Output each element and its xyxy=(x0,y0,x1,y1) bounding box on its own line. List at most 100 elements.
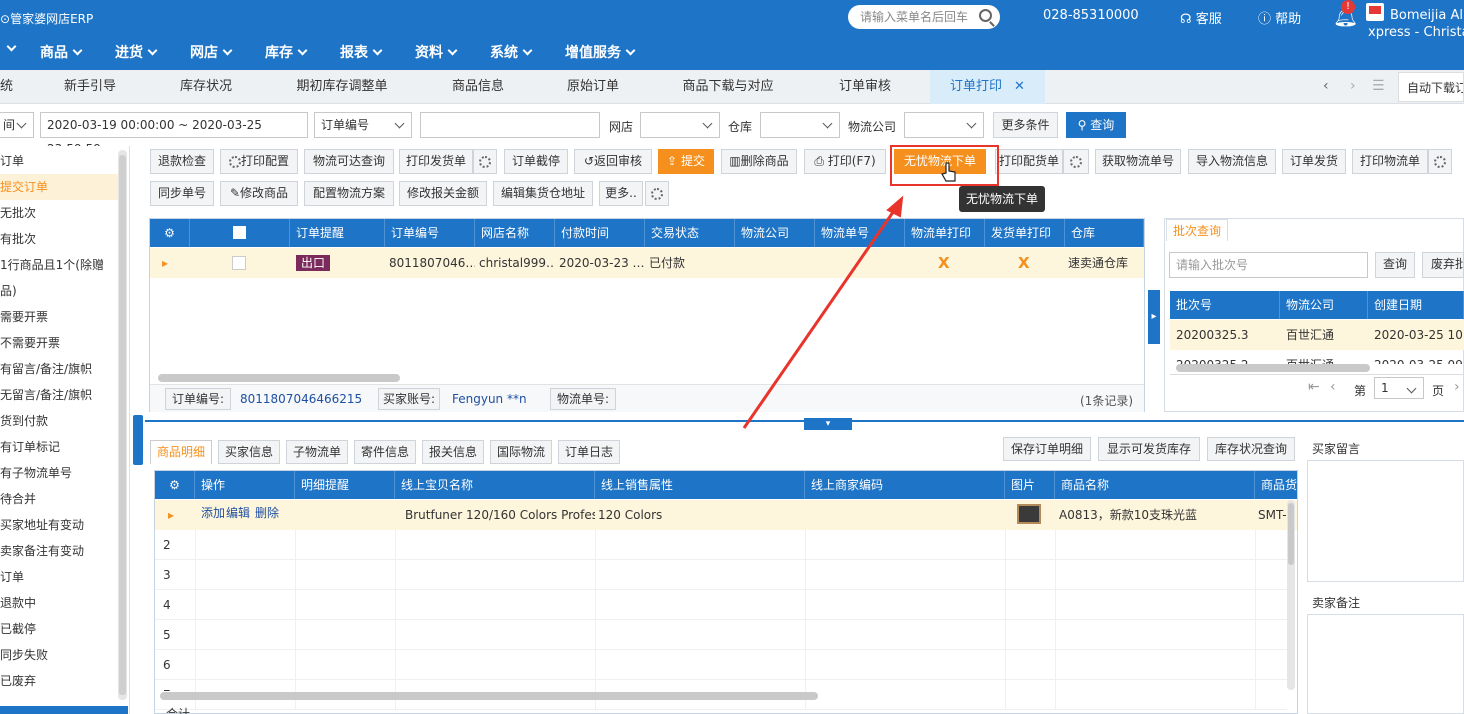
col-order-reminder[interactable]: 订单提醒 xyxy=(290,219,385,247)
col-batch-logistics[interactable]: 物流公司 xyxy=(1280,291,1368,319)
batch-hscrollbar[interactable] xyxy=(1176,364,1370,372)
help-link[interactable]: ⓘ 帮助 xyxy=(1258,8,1301,27)
col-batch-no[interactable]: 批次号 xyxy=(1170,291,1280,319)
status-item[interactable]: 有子物流单号 xyxy=(0,460,120,486)
search-field-select[interactable]: 订单编号 xyxy=(314,112,412,138)
left-scrollbar-thumb[interactable] xyxy=(119,155,126,695)
ship-order-button[interactable]: 订单发货 xyxy=(1282,149,1346,174)
page-select[interactable]: 1 xyxy=(1374,377,1424,399)
detail-column-settings-icon[interactable]: ⚙ xyxy=(155,471,195,499)
col-pay-time[interactable]: 付款时间 xyxy=(555,219,645,247)
expand-right-handle[interactable]: ▸ xyxy=(1148,290,1160,344)
status-item[interactable]: 订单 xyxy=(0,564,120,590)
print-picking-button[interactable]: 打印配货单 xyxy=(995,149,1063,174)
status-item[interactable]: 退款中 xyxy=(0,590,120,616)
edit-customs-button[interactable]: 修改报关金额 xyxy=(399,181,487,206)
status-item[interactable]: 有订单标记 xyxy=(0,434,120,460)
delivery-settings-gear[interactable] xyxy=(473,149,497,174)
col-trade-status[interactable]: 交易状态 xyxy=(645,219,735,247)
batch-number-input[interactable]: 请输入批次号 xyxy=(1169,252,1368,278)
sync-number-button[interactable]: 同步单号 xyxy=(150,181,214,206)
menu-goods[interactable]: 商品 xyxy=(40,42,83,62)
tab-sub-waybill[interactable]: 子物流单 xyxy=(286,440,348,464)
menu-data[interactable]: 资料 xyxy=(415,42,458,62)
print-waybill-button[interactable]: 打印物流单 xyxy=(1352,149,1428,174)
product-thumbnail[interactable] xyxy=(1017,504,1041,524)
user-name-line1[interactable]: Bomeijia Alie xyxy=(1390,8,1464,23)
status-item[interactable]: 买家地址有变动 xyxy=(0,512,120,538)
date-range-input[interactable]: 2020-03-19 00:00:00 ~ 2020-03-25 23:59:5… xyxy=(40,112,308,156)
tab-goods-info[interactable]: 商品信息 xyxy=(428,70,528,104)
status-item[interactable]: 待合并 xyxy=(0,486,120,512)
buyer-message-box[interactable] xyxy=(1307,460,1464,582)
tab-sender-info[interactable]: 寄件信息 xyxy=(354,440,416,464)
status-item-submitted[interactable]: 提交订单 xyxy=(0,174,120,200)
col-online-item-name[interactable]: 线上宝贝名称 xyxy=(395,471,595,499)
search-icon[interactable] xyxy=(979,9,992,22)
menu-report[interactable]: 报表 xyxy=(340,42,383,62)
status-item[interactable]: 品) xyxy=(0,278,120,304)
footer-order-no[interactable]: 8011807046466215 xyxy=(240,392,362,406)
query-button[interactable]: ⚲ 查询 xyxy=(1066,112,1126,138)
tab-goods-detail[interactable]: 商品明细 xyxy=(150,440,212,464)
delete-goods-button[interactable]: ▥删除商品 xyxy=(721,149,797,174)
tab-initial-stock[interactable]: 期初库存调整单 xyxy=(282,70,402,104)
print-f7-button[interactable]: ⎙ 打印(F7) xyxy=(804,149,886,174)
tab-partial[interactable]: 统 xyxy=(0,70,13,104)
next-page-icon[interactable]: › xyxy=(1454,379,1460,395)
status-item[interactable]: 无留言/备注/旗帜 xyxy=(0,382,120,408)
shop-select[interactable] xyxy=(640,112,720,138)
menu-shop[interactable]: 网店 xyxy=(190,42,233,62)
tab-list-icon[interactable]: ☰ xyxy=(1372,78,1385,94)
batch-row-partial[interactable]: 20200325.2 百世汇通 2020-03-25 09… xyxy=(1170,350,1464,364)
batch-abandon-button[interactable]: 废弃批 xyxy=(1422,252,1464,278)
status-item[interactable]: 有批次 xyxy=(0,226,120,252)
import-logistics-button[interactable]: 导入物流信息 xyxy=(1188,149,1276,174)
tab-buyer-info[interactable]: 买家信息 xyxy=(218,440,280,464)
col-detail-reminder[interactable]: 明细提醒 xyxy=(295,471,395,499)
col-batch-date[interactable]: 创建日期 xyxy=(1368,291,1464,319)
status-item[interactable]: 订单 xyxy=(0,148,120,174)
user-name-line2[interactable]: xpress - Christa xyxy=(1368,25,1464,40)
status-item[interactable]: 同步失败 xyxy=(0,642,120,668)
print-config-button[interactable]: 打印配置 xyxy=(220,149,298,174)
col-image[interactable]: 图片 xyxy=(1005,471,1055,499)
tab-order-log[interactable]: 订单日志 xyxy=(558,440,620,464)
status-item[interactable]: 已截停 xyxy=(0,616,120,642)
save-detail-button[interactable]: 保存订单明细 xyxy=(1003,437,1091,461)
tab-batch-query[interactable]: 批次查询 xyxy=(1166,219,1228,241)
logistics-plan-button[interactable]: 配置物流方案 xyxy=(304,181,394,206)
tab-customs-info[interactable]: 报关信息 xyxy=(422,440,484,464)
tab-goods-download[interactable]: 商品下载与对应 xyxy=(668,70,788,104)
more-conditions-button[interactable]: 更多条件 xyxy=(993,112,1058,138)
menu-search-input[interactable]: 请输入菜单名后回车 xyxy=(848,5,1000,29)
col-shop-name[interactable]: 网店名称 xyxy=(475,219,555,247)
col-operation[interactable]: 操作 xyxy=(195,471,295,499)
tab-stock-status[interactable]: 库存状况 xyxy=(156,70,256,104)
col-order-no[interactable]: 订单编号 xyxy=(385,219,475,247)
logistics-reach-button[interactable]: 物流可达查询 xyxy=(304,149,394,174)
more-settings-gear[interactable] xyxy=(645,181,669,206)
waybill-settings-gear[interactable] xyxy=(1428,149,1452,174)
menu-partial-caret[interactable] xyxy=(2,41,17,56)
menu-value-added[interactable]: 增值服务 xyxy=(565,42,636,62)
delete-link[interactable]: 删除 xyxy=(250,498,279,528)
prev-page-icon[interactable]: ‹ xyxy=(1330,379,1336,395)
edit-link[interactable]: 编辑 xyxy=(221,498,250,528)
batch-query-button[interactable]: 查询 xyxy=(1375,252,1415,278)
auto-download-button[interactable]: 自动下载订 xyxy=(1398,72,1464,102)
return-review-button[interactable]: ↺返回审核 xyxy=(574,149,652,174)
close-icon[interactable]: ✕ xyxy=(1014,79,1025,94)
tab-order-review[interactable]: 订单审核 xyxy=(815,70,915,104)
collapse-left-handle[interactable] xyxy=(133,415,143,465)
submit-button[interactable]: ⇪ 提交 xyxy=(658,149,714,174)
tab-raw-orders[interactable]: 原始订单 xyxy=(543,70,643,104)
status-item[interactable]: 1行商品且1个(除赠 xyxy=(0,252,120,278)
col-goods-name[interactable]: 商品名称 xyxy=(1055,471,1255,499)
col-merchant-code[interactable]: 线上商家编码 xyxy=(805,471,1005,499)
show-stock-button[interactable]: 显示可发货库存 xyxy=(1098,437,1200,461)
col-delivery-print[interactable]: 发货单打印 xyxy=(985,219,1065,247)
status-item[interactable]: 不需要开票 xyxy=(0,330,120,356)
tab-intl-logistics[interactable]: 国际物流 xyxy=(490,440,552,464)
search-value-input[interactable] xyxy=(420,112,600,138)
